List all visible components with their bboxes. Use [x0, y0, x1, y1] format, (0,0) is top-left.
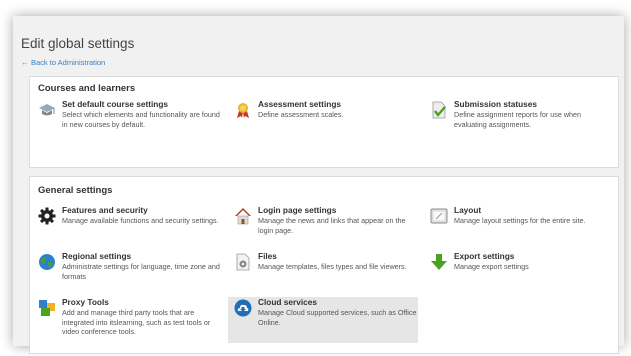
item-title: Files — [258, 251, 277, 261]
settings-item-assessment[interactable]: Assessment settings Define assessment sc… — [228, 99, 418, 141]
item-description: Add and manage third party tools that ar… — [62, 308, 211, 337]
courses-and-learners-panel: Courses and learners Set default course … — [29, 76, 619, 168]
settings-item-regional[interactable]: Regional settings Administrate settings … — [32, 251, 222, 293]
settings-window: Edit global settings ← Back to Administra… — [13, 16, 624, 354]
item-description: Manage layout settings for the entire si… — [454, 216, 586, 225]
settings-item-features-security[interactable]: Features and security Manage available f… — [32, 205, 222, 247]
settings-item-default-course[interactable]: Set default course settings Select which… — [32, 99, 222, 141]
settings-item-login-page[interactable]: Login page settings Manage the news and … — [228, 205, 418, 247]
item-description: Manage the news and links that appear on… — [258, 216, 406, 235]
back-arrow-icon: ← — [21, 58, 29, 67]
graduation-cap-icon — [38, 101, 56, 119]
item-title: Regional settings — [62, 251, 132, 261]
settings-item-layout[interactable]: Layout Manage layout settings for the en… — [424, 205, 614, 247]
item-title: Submission statuses — [454, 99, 537, 109]
item-title: Cloud services — [258, 297, 318, 307]
settings-item-files[interactable]: Files Manage templates, files types and … — [228, 251, 418, 293]
general-section-title: General settings — [38, 185, 113, 196]
item-title: Assessment settings — [258, 99, 342, 109]
blocks-icon — [38, 299, 56, 317]
gear-icon — [38, 207, 56, 225]
item-title: Set default course settings — [62, 99, 169, 109]
item-title: Export settings — [454, 251, 515, 261]
item-description: Administrate settings for language, time… — [62, 262, 220, 281]
item-title: Login page settings — [258, 205, 337, 215]
item-description: Manage templates, files types and file v… — [258, 262, 407, 271]
back-link-label: Back to Administration — [31, 58, 106, 67]
courses-section-title: Courses and learners — [38, 83, 136, 94]
item-description: Define assignment reports for use when e… — [454, 110, 582, 129]
item-description: Manage available functions and security … — [62, 216, 219, 225]
item-title: Proxy Tools — [62, 297, 109, 307]
house-icon — [234, 207, 252, 225]
item-description: Select which elements and functionality … — [62, 110, 220, 129]
settings-item-export[interactable]: Export settings Manage export settings — [424, 251, 614, 293]
item-description: Manage export settings — [454, 262, 529, 271]
item-title: Layout — [454, 205, 482, 215]
checked-document-icon — [430, 101, 448, 119]
settings-item-cloud-services[interactable]: Cloud services Manage Cloud supported se… — [228, 297, 418, 343]
cloud-download-icon — [234, 299, 252, 317]
globe-icon — [38, 253, 56, 271]
award-ribbon-icon — [234, 101, 252, 119]
general-settings-panel: General settings Features and security M… — [29, 176, 619, 354]
file-gear-icon — [234, 253, 252, 271]
green-down-arrow-icon — [430, 253, 448, 271]
settings-item-proxy-tools[interactable]: Proxy Tools Add and manage third party t… — [32, 297, 222, 349]
item-description: Manage Cloud supported services, such as… — [258, 308, 417, 327]
settings-item-submission-statuses[interactable]: Submission statuses Define assignment re… — [424, 99, 614, 141]
page-title: Edit global settings — [21, 36, 135, 51]
item-title: Features and security — [62, 205, 148, 215]
back-to-administration-link[interactable]: ← Back to Administration — [21, 58, 105, 67]
layout-window-icon — [430, 207, 448, 225]
item-description: Define assessment scales. — [258, 110, 344, 119]
